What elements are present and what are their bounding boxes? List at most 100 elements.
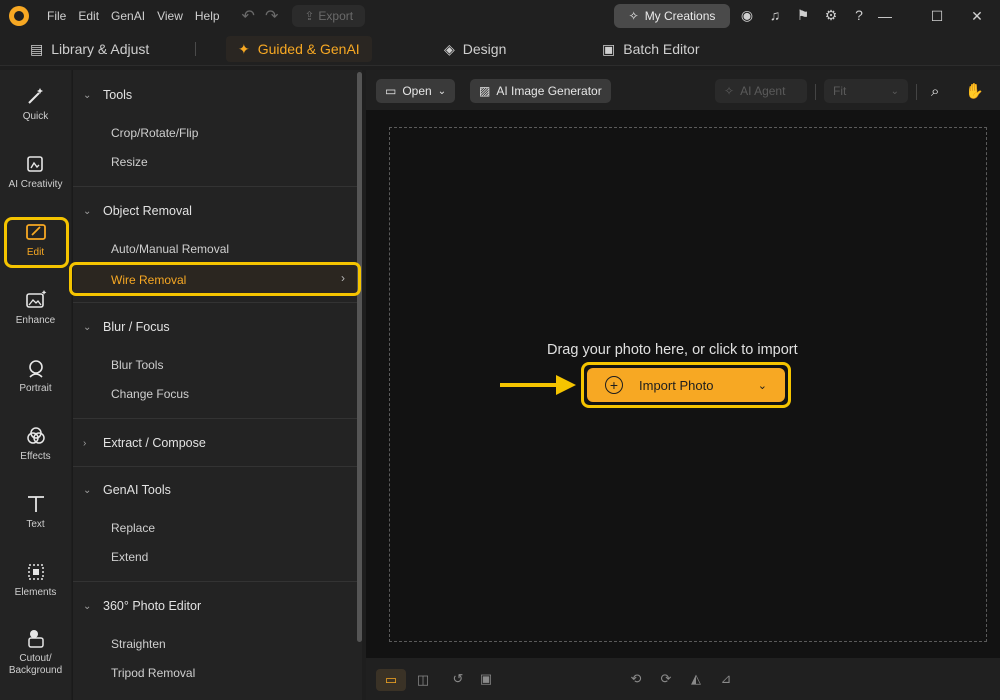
tab-library-adjust[interactable]: ▤ Library & Adjust (30, 36, 149, 62)
panel-item-crop-rotate-flip[interactable]: Crop/Rotate/Flip (111, 126, 198, 140)
chevron-down-icon[interactable]: ⌄ (758, 379, 767, 392)
sparkle-icon: ✧ (628, 9, 639, 23)
upload-icon: ⇪ (304, 9, 315, 23)
menu-view[interactable]: View (157, 9, 183, 23)
panel-item-extend[interactable]: Extend (111, 550, 148, 564)
menu-file[interactable]: File (47, 9, 66, 23)
rail-label: Cutout/ Background (8, 653, 63, 676)
portrait-icon (24, 357, 48, 379)
section-object-removal[interactable]: ⌄ Object Removal (83, 204, 192, 218)
rail-item-enhance[interactable]: Enhance (0, 276, 71, 340)
rail-item-cutout-background[interactable]: Cutout/ Background (0, 620, 71, 684)
import-photo-label: Import Photo (639, 377, 714, 393)
sparkle-icon: ✧ (724, 84, 735, 98)
chevron-down-icon: ⌄ (890, 85, 899, 97)
wire-removal-highlight-box (69, 262, 361, 296)
canvas-toolbar: ▭ Open ⌄ ▨ AI Image Generator ✧ AI Agent… (366, 70, 1000, 110)
panel-item-resize[interactable]: Resize (111, 155, 148, 169)
divider (73, 302, 359, 303)
panel-item-replace[interactable]: Replace (111, 521, 155, 535)
rail-item-text[interactable]: Text (0, 480, 71, 544)
magnifier-icon: ⌕ (931, 82, 940, 100)
flip-vertical-icon[interactable]: ⊿ (716, 669, 736, 689)
elements-icon (24, 561, 48, 583)
section-genai-tools[interactable]: ⌄ GenAI Tools (83, 483, 171, 497)
title-bar: File Edit GenAI View Help ↶ ↷ ⇪ Export ✧… (0, 0, 1000, 32)
flip-horizontal-icon[interactable]: ◭ (686, 669, 706, 689)
tab-guided-genai[interactable]: ✦ Guided & GenAI (226, 36, 372, 62)
menu-edit[interactable]: Edit (78, 9, 99, 23)
menu-help[interactable]: Help (195, 9, 220, 23)
enhance-icon (24, 289, 48, 311)
rail-item-quick[interactable]: Quick (0, 72, 71, 136)
rail-item-elements[interactable]: Elements (0, 548, 71, 612)
notification-bell-icon[interactable]: ♫ (766, 6, 784, 24)
tab-label: Design (462, 41, 507, 57)
rail-item-portrait[interactable]: Portrait (0, 344, 71, 408)
bottom-bar: ▭ ◫ ↺ ▣ ⟲ ⟳ ◭ ⊿ (366, 658, 1000, 700)
pan-button[interactable]: ✋ (960, 79, 988, 103)
ai-image-generator-button[interactable]: ▨ AI Image Generator (470, 79, 611, 103)
rotate-right-icon[interactable]: ⟳ (656, 669, 676, 689)
drop-prompt: Drag your photo here, or click to import (547, 342, 798, 358)
rotate-left-icon[interactable]: ⟲ (626, 669, 646, 689)
chevron-down-icon: ⌄ (83, 89, 92, 101)
panel-item-auto-manual-removal[interactable]: Auto/Manual Removal (111, 242, 229, 256)
zoom-select[interactable]: Fit ⌄ (824, 79, 908, 103)
panel-item-change-focus[interactable]: Change Focus (111, 387, 189, 401)
close-icon[interactable]: ✕ (954, 0, 1000, 32)
panel-scrollbar[interactable] (357, 72, 362, 642)
panel-item-straighten[interactable]: Straighten (111, 637, 166, 651)
ai-image-generator-label: AI Image Generator (496, 84, 602, 98)
history-icon[interactable]: ↺ (448, 669, 468, 689)
app-window: File Edit GenAI View Help ↶ ↷ ⇪ Export ✧… (0, 0, 1000, 700)
rail-item-ai-creativity[interactable]: AI Creativity (0, 140, 71, 204)
my-creations-button[interactable]: ✧ My Creations (614, 4, 730, 28)
import-photo-button[interactable]: + Import Photo ⌄ (587, 368, 785, 402)
panel-item-blur-tools[interactable]: Blur Tools (111, 358, 163, 372)
plus-circle-icon: + (605, 376, 623, 394)
divider (73, 466, 359, 467)
section-blur-focus[interactable]: ⌄ Blur / Focus (83, 320, 170, 334)
zoom-search-button[interactable]: ⌕ (926, 79, 954, 103)
single-view-icon[interactable]: ▭ (376, 669, 406, 691)
undo-icon[interactable]: ↶ (242, 6, 255, 26)
chevron-down-icon: ⌄ (83, 484, 92, 496)
zoom-value: Fit (833, 84, 847, 98)
open-button[interactable]: ▭ Open ⌄ (376, 79, 456, 103)
chevron-down-icon: ⌄ (83, 600, 92, 612)
export-button[interactable]: ⇪ Export (292, 5, 366, 27)
compare-view-icon[interactable]: ◫ (410, 669, 436, 691)
magic-wand-icon: ✦ (238, 40, 250, 57)
divider (815, 84, 816, 100)
open-label: Open (402, 84, 432, 98)
section-360-photo-editor[interactable]: ⌄ 360° Photo Editor (83, 599, 201, 613)
divider (73, 418, 359, 419)
tab-batch-editor[interactable]: ▣ Batch Editor (602, 36, 700, 62)
section-title: Blur / Focus (103, 320, 170, 334)
announcement-icon[interactable]: ⚑ (794, 6, 812, 24)
minimize-icon[interactable]: — (862, 0, 908, 32)
section-title: 360° Photo Editor (103, 599, 202, 613)
section-tools[interactable]: ⌄ Tools (83, 88, 132, 102)
tab-label: Guided & GenAI (257, 41, 360, 57)
snapshot-icon[interactable]: ▣ (476, 669, 496, 689)
rail-item-effects[interactable]: Effects (0, 412, 71, 476)
app-logo-icon (9, 6, 29, 26)
export-label: Export (318, 9, 354, 23)
menu-genai[interactable]: GenAI (111, 9, 145, 23)
redo-icon[interactable]: ↷ (265, 6, 278, 26)
effects-icon (24, 425, 48, 447)
chevron-down-icon: ⌄ (83, 321, 92, 333)
chevron-right-icon: › (83, 437, 87, 449)
cutout-icon (24, 627, 48, 649)
section-extract-compose[interactable]: › Extract / Compose (83, 436, 206, 450)
account-icon[interactable]: ◉ (738, 6, 756, 24)
settings-gear-icon[interactable]: ⚙ (822, 6, 840, 24)
image-generator-icon: ▨ (479, 84, 491, 98)
ai-agent-button[interactable]: ✧ AI Agent (715, 79, 807, 103)
ai-agent-label: AI Agent (740, 84, 786, 98)
tab-design[interactable]: ◈ Design (444, 36, 506, 62)
panel-item-tripod-removal[interactable]: Tripod Removal (111, 666, 195, 680)
divider (73, 581, 359, 582)
